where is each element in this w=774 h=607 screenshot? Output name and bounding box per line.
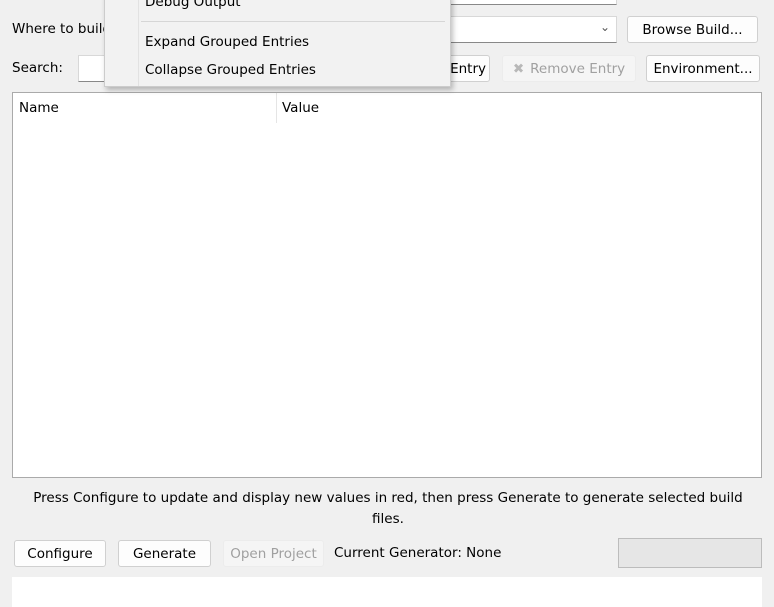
remove-entry-button[interactable]: ✖ Remove Entry — [502, 55, 636, 82]
configure-button[interactable]: Configure — [14, 540, 106, 567]
source-path-input[interactable] — [450, 0, 617, 5]
column-divider[interactable] — [276, 93, 277, 123]
options-menu: Debug Output Expand Grouped Entries Coll… — [104, 0, 451, 87]
current-generator-label: Current Generator: None — [334, 545, 502, 561]
environment-button[interactable]: Environment... — [646, 55, 760, 82]
menu-separator — [141, 21, 445, 22]
output-log[interactable] — [12, 577, 762, 607]
cache-table[interactable]: Name Value — [12, 92, 762, 478]
progress-bar — [618, 538, 762, 568]
remove-entry-label: Remove Entry — [530, 60, 626, 77]
browse-build-button[interactable]: Browse Build... — [627, 16, 758, 43]
column-header-value[interactable]: Value — [282, 100, 319, 116]
hint-text: Press Configure to update and display ne… — [33, 490, 743, 527]
menu-item-expand-grouped[interactable]: Expand Grouped Entries — [145, 34, 309, 50]
generate-button[interactable]: Generate — [118, 540, 211, 567]
column-header-name[interactable]: Name — [19, 100, 59, 116]
open-project-button[interactable]: Open Project — [223, 540, 324, 567]
menu-gutter-divider — [138, 0, 139, 86]
chevron-down-icon[interactable]: ⌄ — [600, 20, 610, 34]
menu-item-debug-output[interactable]: Debug Output — [145, 0, 241, 10]
remove-icon: ✖ — [512, 60, 525, 77]
menu-item-collapse-grouped[interactable]: Collapse Grouped Entries — [145, 62, 316, 78]
search-label: Search: — [12, 60, 63, 76]
